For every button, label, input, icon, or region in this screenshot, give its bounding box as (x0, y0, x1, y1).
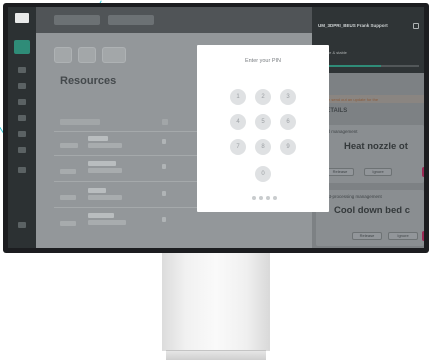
pin-indicator (273, 196, 277, 200)
row-detail (88, 195, 122, 200)
ignore-button[interactable]: Ignore (364, 168, 392, 176)
row-status (162, 191, 166, 196)
row-detail (88, 220, 126, 225)
panel-title: UM_3DPRI_BEUS Frank Support (318, 23, 388, 28)
sidebar-icon-3[interactable] (18, 99, 26, 105)
section-action: Cool down bed c (334, 205, 410, 216)
accent-tab[interactable] (422, 167, 424, 177)
top-bar (36, 7, 312, 33)
tab-1[interactable] (54, 15, 100, 25)
row-name (88, 188, 106, 193)
keypad-key-1[interactable]: 1 (230, 89, 246, 105)
row-status (162, 164, 166, 169)
keypad-key-3[interactable]: 3 (280, 89, 296, 105)
pin-indicator (252, 196, 256, 200)
sidebar-icon-1[interactable] (18, 67, 26, 73)
tab-2[interactable] (108, 15, 154, 25)
pin-title: Enter your PIN (244, 58, 282, 64)
keypad-key-5[interactable]: 5 (255, 114, 271, 130)
sidebar-icon-6[interactable] (18, 147, 26, 153)
release-button[interactable]: Release (352, 232, 382, 240)
pin-indicator (266, 196, 270, 200)
external-link-icon[interactable] (413, 23, 419, 29)
app-logo (15, 13, 29, 23)
row-icon (60, 221, 76, 226)
settings-icon[interactable] (18, 222, 26, 228)
filter-chip-3[interactable] (102, 47, 126, 63)
row-detail (88, 143, 122, 148)
sidebar-icon-4[interactable] (18, 115, 26, 121)
page-title: Resources (60, 75, 117, 87)
pin-dialog: Enter your PIN 1 2 3 4 5 6 7 8 9 0 (197, 45, 329, 212)
row-icon (60, 169, 76, 174)
row-name (88, 136, 108, 141)
keypad-key-4[interactable]: 4 (230, 114, 246, 130)
monitor-stand (162, 253, 270, 351)
keypad-key-7[interactable]: 7 (230, 139, 246, 155)
home-icon[interactable] (14, 40, 30, 54)
keypad-key-9[interactable]: 9 (280, 139, 296, 155)
sidebar-icon-5[interactable] (18, 131, 26, 137)
release-button[interactable]: Release (326, 168, 354, 176)
section-label: Post-processing management (322, 194, 382, 199)
row-name (88, 213, 114, 218)
table-header (60, 119, 100, 125)
keypad-key-8[interactable]: 8 (255, 139, 271, 155)
row-name (88, 161, 116, 166)
keypad-key-6[interactable]: 6 (280, 114, 296, 130)
filter-chip-2[interactable] (78, 47, 96, 63)
row-status (162, 139, 166, 144)
table-header (162, 119, 168, 125)
row-icon (60, 195, 76, 200)
keypad-key-0[interactable]: 0 (255, 166, 271, 182)
row-icon (60, 143, 78, 148)
row-detail (88, 168, 122, 173)
accent-tab[interactable] (422, 231, 424, 241)
filter-chip-1[interactable] (54, 47, 72, 63)
keypad-key-2[interactable]: 2 (255, 89, 271, 105)
sidebar (8, 7, 36, 248)
row-status (162, 217, 166, 222)
monitor-screen: Resources UM_3DPRI_BEUS Frank Support Li… (8, 7, 424, 248)
section-action: Heat nozzle ot (344, 141, 408, 152)
sidebar-icon-7[interactable] (18, 167, 26, 173)
pin-indicator (259, 196, 263, 200)
progress-bar (318, 65, 419, 67)
sidebar-icon-2[interactable] (18, 83, 26, 89)
ignore-button[interactable]: Ignore (388, 232, 418, 240)
